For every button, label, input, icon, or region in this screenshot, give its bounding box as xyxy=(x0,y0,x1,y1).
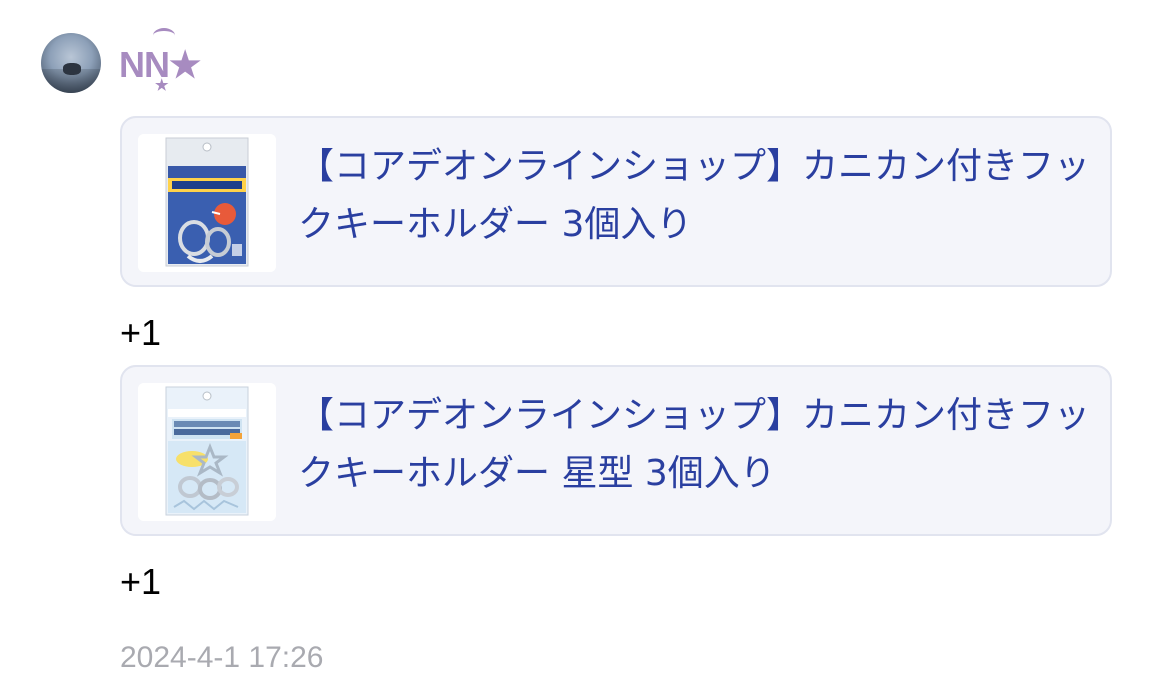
reaction-count: +1 xyxy=(120,312,162,353)
timestamp: 2024-4-1 17:26 xyxy=(120,641,324,674)
product-title[interactable]: 【コアデオンラインショップ】カニカン付きフックキーホルダー 星型 3個入り xyxy=(298,387,1098,503)
avatar[interactable] xyxy=(41,33,101,93)
reaction-count: +1 xyxy=(120,561,162,602)
product-card[interactable]: 【コアデオンラインショップ】カニカン付きフックキーホルダー 3個入り xyxy=(120,116,1112,287)
username-arc-decoration xyxy=(153,28,175,43)
keyholder-package-icon xyxy=(138,134,276,272)
message-post: NN★ ★ 【コアデオンラインショップ】カニカン付きフックキーホルダー 3個入り xyxy=(0,0,1169,699)
product-title[interactable]: 【コアデオンラインショップ】カニカン付きフックキーホルダー 3個入り xyxy=(298,138,1098,254)
star-keyholder-package-icon xyxy=(138,383,276,521)
username-mini-star: ★ xyxy=(155,77,168,94)
product-card[interactable]: 【コアデオンラインショップ】カニカン付きフックキーホルダー 星型 3個入り xyxy=(120,365,1112,536)
username[interactable]: NN★ ★ xyxy=(119,28,201,94)
